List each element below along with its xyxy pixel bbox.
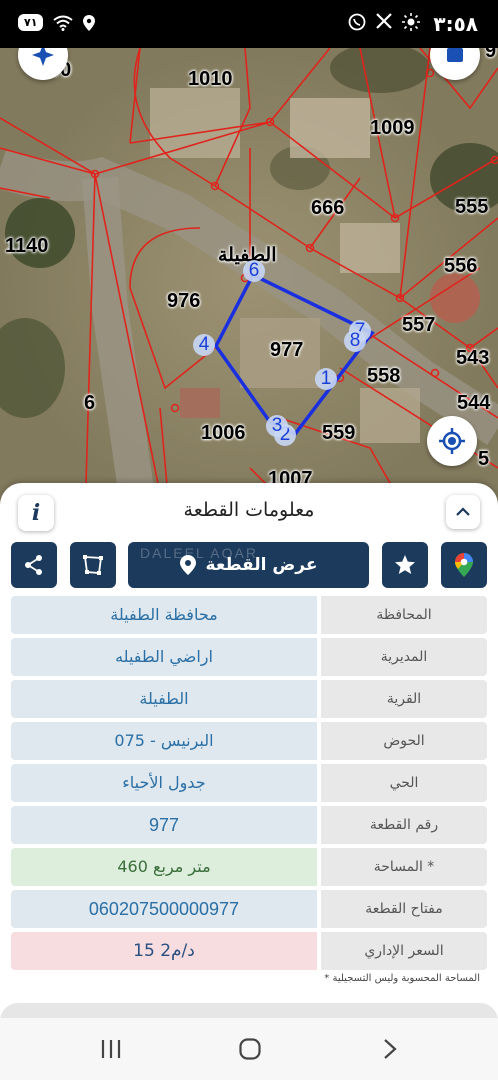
sheet-title: معلومات القطعة: [183, 499, 315, 521]
favorite-button[interactable]: [382, 542, 428, 588]
home-button[interactable]: [230, 1034, 270, 1064]
home-icon: [239, 1038, 261, 1060]
parcel-label: 1010: [188, 68, 233, 90]
app-screen: ٧١ ٣:٥٨ 1010 1009 666 555 1140 556 976 9…: [0, 0, 498, 1080]
detail-row-admin-price: 15 د/م2 السعر الإداري: [11, 932, 487, 970]
system-nav-bar: [0, 1018, 498, 1080]
detail-value: الطفيلة: [11, 680, 317, 718]
my-location-button[interactable]: [427, 416, 477, 466]
parcel-label: 976: [167, 290, 201, 312]
parcel-label: 1009: [370, 117, 415, 139]
detail-row-governorate: محافظة الطفيلة المحافظة: [11, 596, 487, 634]
chevron-up-icon: [456, 507, 470, 516]
parcel-label: 977: [270, 339, 304, 361]
collapse-button[interactable]: [446, 495, 480, 529]
vertex-marker: 8: [344, 330, 366, 352]
recent-apps-button[interactable]: [91, 1034, 131, 1064]
star-icon: [395, 555, 415, 574]
action-toolbar: عرض القطعة: [11, 542, 487, 588]
area-footnote: * المساحة المحسوبة وليس التسجيلية: [324, 973, 480, 984]
detail-label: مفتاح القطعة: [321, 890, 487, 928]
status-bar: ٧١ ٣:٥٨: [0, 0, 498, 48]
google-maps-button[interactable]: [441, 542, 487, 588]
layers-icon: [447, 48, 463, 62]
parcel-label: 556: [444, 255, 478, 277]
share-button[interactable]: [11, 542, 57, 588]
detail-label: الحي: [321, 764, 487, 802]
detail-row-directorate: اراضي الطفيله المديرية: [11, 638, 487, 676]
my-location-icon: [439, 428, 465, 454]
detail-value: 460 متر مربع: [11, 848, 317, 886]
parcel-label: 1140: [5, 235, 49, 257]
vertex-marker: 3: [266, 415, 288, 437]
parcel-label: 558: [367, 365, 401, 387]
vertex-marker: 4: [193, 334, 215, 356]
parcel-label: 6: [84, 392, 96, 414]
status-time: ٣:٥٨: [433, 12, 478, 36]
parcel-label: 559: [322, 422, 356, 444]
detail-row-basin: البرنيس - 075 الحوض: [11, 722, 487, 760]
detail-label: الحوض: [321, 722, 487, 760]
parcel-label: 666: [311, 197, 345, 219]
detail-label: السعر الإداري: [321, 932, 487, 970]
chevron-right-icon: [384, 1039, 397, 1059]
detail-value: جدول الأحياء: [11, 764, 317, 802]
detail-value: اراضي الطفيله: [11, 638, 317, 676]
detail-value: البرنيس - 075: [11, 722, 317, 760]
parcel-info-sheet: i معلومات القطعة عرض القطعة DALEEL AQAR: [0, 483, 498, 1033]
parcel-label: 1006: [201, 422, 246, 444]
detail-row-neighborhood: جدول الأحياء الحي: [11, 764, 487, 802]
detail-row-area: 460 متر مربع المساحة *: [11, 848, 487, 886]
location-icon: [83, 14, 96, 31]
parcel-label: 9: [485, 48, 497, 62]
map-view[interactable]: 1010 1009 666 555 1140 556 976 977 557 5…: [0, 48, 498, 518]
detail-row-village: الطفيلة القرية: [11, 680, 487, 718]
battery-indicator: ٧١: [18, 14, 44, 31]
satellite-imagery: [0, 48, 498, 518]
detail-value: 977: [11, 806, 317, 844]
detail-label: المحافظة: [321, 596, 487, 634]
status-left: ٧١: [18, 14, 96, 31]
vertex-marker: 6: [243, 260, 265, 282]
parcel-details: محافظة الطفيلة المحافظة اراضي الطفيله ال…: [11, 596, 487, 974]
parcel-label: 543: [456, 347, 490, 369]
parcel-label: 5: [478, 448, 490, 470]
vertex-marker: 1: [315, 368, 337, 390]
parcel-label: 557: [402, 314, 436, 336]
detail-value: محافظة الطفيلة: [11, 596, 317, 634]
detail-label: رقم القطعة: [321, 806, 487, 844]
parcel-label: 544: [457, 392, 491, 414]
polygon-icon: [83, 555, 103, 575]
detail-row-parcel-key: 060207500000977 مفتاح القطعة: [11, 890, 487, 928]
view-parcel-label: عرض القطعة: [205, 555, 318, 575]
detail-value: 060207500000977: [11, 890, 317, 928]
status-notification-icons: [348, 13, 420, 31]
polygon-button[interactable]: [70, 542, 116, 588]
detail-label: المديرية: [321, 638, 487, 676]
detail-label: المساحة *: [321, 848, 487, 886]
x-icon: [376, 13, 392, 29]
recent-apps-icon: [101, 1040, 121, 1058]
map-pin-icon: [179, 555, 196, 575]
whatsapp-icon: [348, 13, 366, 31]
view-parcel-button[interactable]: عرض القطعة: [128, 542, 369, 588]
detail-label: القرية: [321, 680, 487, 718]
compass-icon: [32, 48, 54, 66]
weather-icon: [402, 13, 420, 31]
parcel-label: 555: [455, 196, 489, 218]
detail-value: 15 د/م2: [11, 932, 317, 970]
back-button[interactable]: [370, 1034, 410, 1064]
google-maps-icon: [455, 553, 473, 577]
wifi-icon: [53, 15, 74, 31]
detail-row-parcel-number: 977 رقم القطعة: [11, 806, 487, 844]
share-icon: [25, 555, 42, 575]
